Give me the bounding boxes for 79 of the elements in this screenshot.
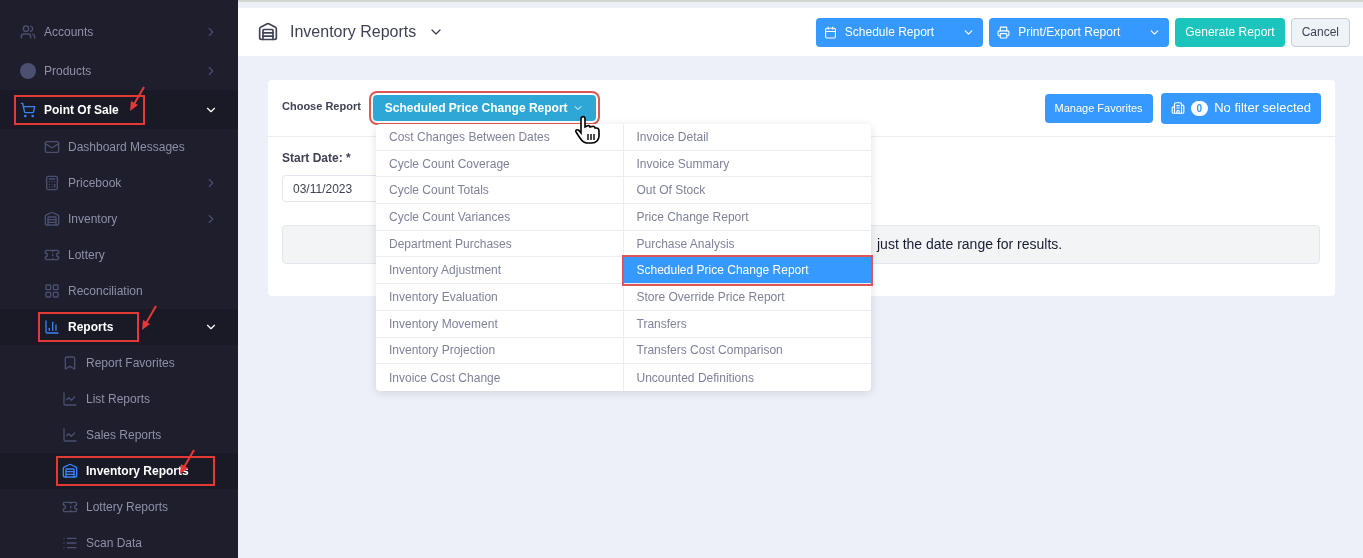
calculator-icon [44,175,60,191]
choose-report-label: Choose Report [282,98,361,114]
line-chart-icon [62,427,78,443]
menu-item[interactable]: Department Purchases [376,230,623,258]
filter-count-badge: 0 [1190,100,1209,116]
menu-item[interactable]: Store Override Price Report [623,284,871,311]
menu-item[interactable]: Invoice Detail [623,124,871,151]
sidebar-label: Reports [68,319,114,336]
grid-icon [44,283,60,299]
filter-button[interactable]: 0 No filter selected [1160,92,1321,124]
annotation-arrow-icon [128,86,146,112]
menu-item[interactable]: Inventory Projection [376,337,623,365]
sidebar-label: Lottery Reports [86,499,169,516]
sidebar-label: Lottery [68,247,105,264]
cancel-button[interactable]: Cancel [1290,17,1350,47]
sidebar-label: Pricebook [68,175,122,192]
sidebar-item[interactable]: Reports [0,309,238,345]
calendar-icon [823,25,837,39]
sidebar-item[interactable]: Inventory Reports [0,453,238,489]
menu-item[interactable]: Inventory Evaluation [376,284,623,311]
sidebar-item[interactable]: Scan Data [0,525,238,558]
printer-icon [997,25,1011,39]
ticket-icon [62,499,78,515]
menu-item[interactable]: Invoice Summary [623,150,871,178]
menu-item[interactable]: Transfers [623,310,871,338]
split-button[interactable]: Schedule Report [815,17,984,47]
sidebar-label: Inventory [68,211,118,228]
generate-button[interactable]: Generate Report [1175,17,1285,47]
sidebar-label: Point Of Sale [44,101,119,119]
cart-icon [20,101,36,118]
bookmark-icon [62,355,78,371]
menu-item[interactable]: Scheduled Price Change Report [623,257,871,285]
warehouse-icon [62,463,78,479]
sidebar-label: Scan Data [86,535,143,552]
sidebar-item[interactable]: Reconciliation [0,273,238,309]
menu-item[interactable]: Invoice Cost Change [376,364,623,391]
sidebar-label: List Reports [86,391,151,408]
manage-favorites-button[interactable]: Manage Favorites [1044,93,1153,123]
warehouse-icon [258,22,278,42]
bar-chart-icon [44,319,60,335]
menu-item[interactable]: Price Change Report [623,204,871,231]
menu-item[interactable]: Uncounted Definitions [623,364,871,391]
sidebar-item[interactable]: Lottery [0,237,238,273]
menu-item[interactable]: Inventory Movement [376,310,623,338]
page-title: Inventory Reports [290,22,417,42]
sidebar-item[interactable]: Lottery Reports [0,489,238,525]
menu-item[interactable]: Cycle Count Totals [376,177,623,205]
sidebar-label: Sales Reports [86,427,162,444]
sidebar-label: Products [44,62,92,80]
split-button[interactable]: Print/Export Report [989,17,1170,47]
sidebar-label: Inventory Reports [86,463,189,480]
start-date-label: Start Date: * [282,150,351,167]
sidebar-item[interactable]: List Reports [0,381,238,417]
sidebar-item[interactable]: Inventory [0,201,238,237]
list-icon [62,535,78,551]
sidebar-label: Reconciliation [68,283,143,300]
mail-icon [44,139,60,155]
menu-item[interactable]: Out Of Stock [623,177,871,205]
sidebar-item[interactable]: Point Of Sale [0,90,238,129]
sidebar-item[interactable]: Products [0,51,238,90]
warehouse-icon [44,211,60,227]
sidebar-item[interactable]: Pricebook [0,165,238,201]
sidebar-label: Dashboard Messages [68,139,185,156]
sidebar-label: Accounts [44,23,94,41]
alert-text: just the date range for results. [877,235,1063,254]
users-icon [20,23,36,40]
ticket-icon [44,247,60,263]
building-icon [1170,101,1185,115]
annotation-arrow-icon [140,305,158,331]
menu-item[interactable]: Cycle Count Variances [376,204,623,231]
sidebar-item[interactable]: Report Favorites [0,345,238,381]
sidebar-item[interactable]: Sales Reports [0,417,238,453]
sidebar-item[interactable]: Accounts [0,12,238,51]
sidebar-label: Report Favorites [86,355,175,372]
sidebar-item[interactable]: Dashboard Messages [0,129,238,165]
menu-item[interactable]: Transfers Cost Comparison [623,337,871,365]
line-chart-icon [62,391,78,407]
menu-item[interactable]: Cycle Count Coverage [376,150,623,178]
product-icon [20,62,36,79]
